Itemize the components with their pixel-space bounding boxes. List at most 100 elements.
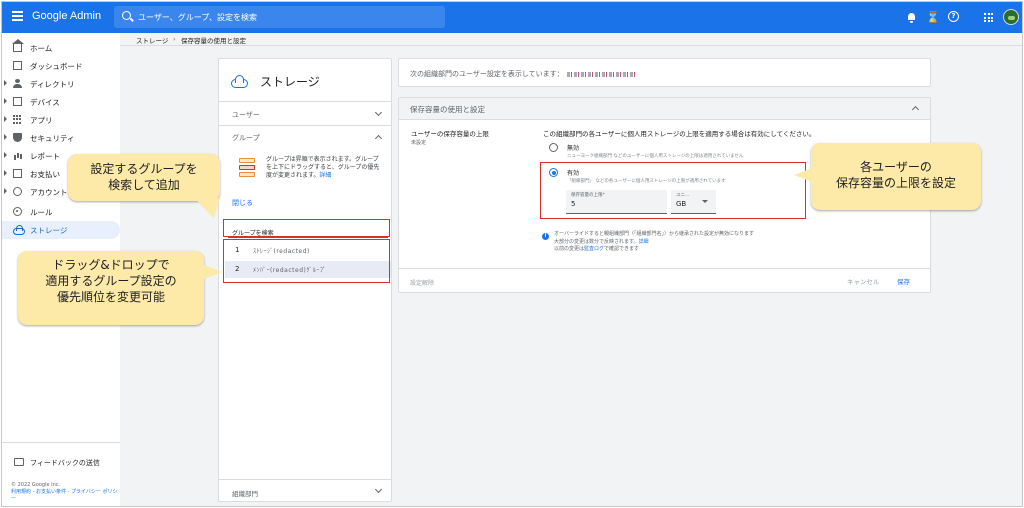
nav-item-rules[interactable]: ルール: [2, 203, 120, 221]
home-icon: [12, 39, 24, 52]
chevron-down-icon[interactable]: [374, 108, 383, 117]
divider: [219, 125, 391, 126]
breadcrumb-current: 保存容量の使用と設定: [181, 37, 246, 45]
chevron-down-icon[interactable]: [374, 485, 383, 494]
close-link[interactable]: 閉じる: [232, 198, 253, 208]
nav-divider: [2, 442, 120, 443]
breadcrumb-storage[interactable]: ストレージ: [136, 35, 168, 45]
info-line-3-post: で確認できます: [604, 246, 640, 252]
feedback-label: フィードバックの送信: [30, 459, 100, 467]
nav-item-dashboard[interactable]: ダッシュボード: [2, 57, 120, 75]
expand-arrow-icon[interactable]: [4, 170, 7, 176]
info-line-1: オーバーライドすると親組織部門（「組織部門名」）から継承された設定が無効になりま…: [554, 231, 754, 237]
search-input[interactable]: [138, 9, 438, 25]
notifications-bell-icon[interactable]: [905, 11, 918, 24]
footer-links: 利用規約 - お支払い条件 - プライバシー ポリシー: [11, 489, 121, 503]
nav-item-apps[interactable]: アプリ: [2, 111, 120, 129]
section-users[interactable]: ユーザー: [232, 110, 260, 120]
expand-arrow-icon[interactable]: [4, 134, 7, 140]
hourglass-icon[interactable]: ⌛: [926, 11, 940, 24]
expand-arrow-icon[interactable]: [4, 188, 7, 194]
billing-terms-link[interactable]: お支払い条件: [36, 489, 66, 495]
annotation-box-group-list: [223, 239, 390, 283]
option-disabled-label: 無効: [567, 145, 580, 152]
chevron-up-icon[interactable]: [911, 105, 920, 114]
apps-grid-icon[interactable]: [982, 11, 995, 24]
info-icon: i: [542, 233, 549, 240]
callout-line: 適用するグループ設定の: [45, 274, 177, 288]
group-description: グループは昇順で表示されます。グループを上下にドラッグすると、グループの優先度が…: [266, 156, 383, 180]
unset-button[interactable]: 設定解除: [410, 278, 434, 287]
option-disabled-sub: ニューヨーク組織部門 などのユーザーに個人用ストレージの上限は適用されていません: [567, 154, 744, 159]
callout-search-group: 設定するグループを 検索して追加: [68, 154, 220, 201]
org-context-label: 次の組織部門のユーザー設定を表示しています：: [410, 70, 564, 78]
terms-link[interactable]: 利用規約: [11, 489, 31, 495]
callout-line: 保存容量の上限を設定: [835, 176, 956, 190]
info-line-2-text: 大部分の変更は数分で反映されます。: [554, 238, 639, 245]
search-icon: [122, 11, 131, 20]
override-info: オーバーライドすると親組織部門（「組織部門名」）から継承された設定が無効になりま…: [554, 231, 754, 254]
nav-item-security[interactable]: セキュリティ: [2, 129, 120, 147]
cloud-icon: [231, 75, 248, 88]
org-unit-context-bar: 次の組織部門のユーザー設定を表示しています：: [398, 58, 931, 87]
setting-description: この組織部門の各ユーザーに個人用ストレージの上限を適用する場合は有効にしてくださ…: [543, 130, 816, 138]
expand-arrow-icon[interactable]: [4, 152, 7, 158]
callout-line: 検索して追加: [108, 178, 180, 192]
callout-line: 優先順位を変更可能: [56, 290, 165, 304]
save-button[interactable]: 保存: [897, 274, 910, 288]
callout-drag-drop: ドラッグ&ドロップで 適用するグループ設定の 優先順位を変更可能: [18, 251, 204, 325]
dashboard-icon: [13, 61, 22, 70]
nav-item-directory[interactable]: ディレクトリ: [2, 75, 120, 93]
callout-line: ドラッグ&ドロップで: [52, 258, 170, 272]
nav-item-devices[interactable]: デバイス: [2, 93, 120, 111]
info-line-2: 大部分の変更は数分で反映されます。詳細: [554, 239, 754, 247]
info-learn-more-link[interactable]: 詳細: [639, 239, 649, 245]
section-groups[interactable]: グループ: [232, 133, 260, 143]
audit-log-link[interactable]: 監査ログ: [584, 246, 604, 252]
help-glyph: ?: [948, 11, 959, 22]
cloud-icon: [13, 225, 25, 235]
nav-item-storage[interactable]: ストレージ: [2, 221, 120, 239]
user-icon: [13, 79, 22, 88]
nav-label: アプリ: [30, 116, 53, 125]
copyright-text: © 2022 Google Inc.: [11, 482, 61, 488]
divider: [219, 101, 391, 102]
search-underline: [228, 237, 388, 238]
callout-line: 設定するグループを: [90, 162, 198, 176]
callout-tail: [794, 168, 812, 182]
expand-arrow-icon[interactable]: [4, 116, 7, 122]
help-icon[interactable]: ?: [948, 11, 961, 24]
at-sign-icon: [13, 187, 22, 196]
shield-icon: [13, 133, 22, 142]
annotation-box-limit: [540, 162, 806, 219]
nav-label: ダッシュボード: [30, 62, 83, 71]
top-app-bar: Google Admin ⌛ ?: [2, 2, 1022, 33]
group-priority-illustration-icon: [239, 158, 255, 188]
account-avatar[interactable]: [1003, 9, 1019, 25]
radio-disabled[interactable]: [549, 143, 558, 152]
chevron-up-icon[interactable]: [374, 134, 383, 143]
nav-label: ルール: [30, 208, 53, 217]
info-line-3: 以前の変更は監査ログで確認できます: [554, 246, 754, 254]
settings-header-title: 保存容量の使用と設定: [410, 105, 485, 114]
section-org-units[interactable]: 組織部門: [232, 488, 258, 498]
app-logo[interactable]: Google Admin: [32, 10, 101, 22]
redacted-org-name: [566, 71, 637, 77]
nav-label: お支払い: [30, 170, 60, 179]
expand-arrow-icon[interactable]: [4, 80, 7, 86]
breadcrumb-chevron-icon: ›: [173, 35, 176, 43]
billing-icon: [13, 169, 22, 178]
expand-arrow-icon[interactable]: [4, 98, 7, 104]
main-menu-icon[interactable]: [12, 11, 23, 23]
settings-card-header[interactable]: 保存容量の使用と設定: [399, 98, 930, 120]
rule-icon: [13, 207, 22, 216]
nav-label: アカウント: [30, 188, 68, 197]
group-learn-more-link[interactable]: 詳細: [319, 172, 331, 179]
nav-label: セキュリティ: [30, 134, 75, 143]
global-search[interactable]: [114, 6, 445, 28]
nav-item-home[interactable]: ホーム: [2, 39, 120, 57]
setting-title: ユーザーの保存容量の上限: [411, 130, 489, 138]
nav-label: ホーム: [30, 44, 53, 53]
nav-label: レポート: [30, 152, 60, 161]
cancel-button[interactable]: キャンセル: [847, 274, 880, 288]
